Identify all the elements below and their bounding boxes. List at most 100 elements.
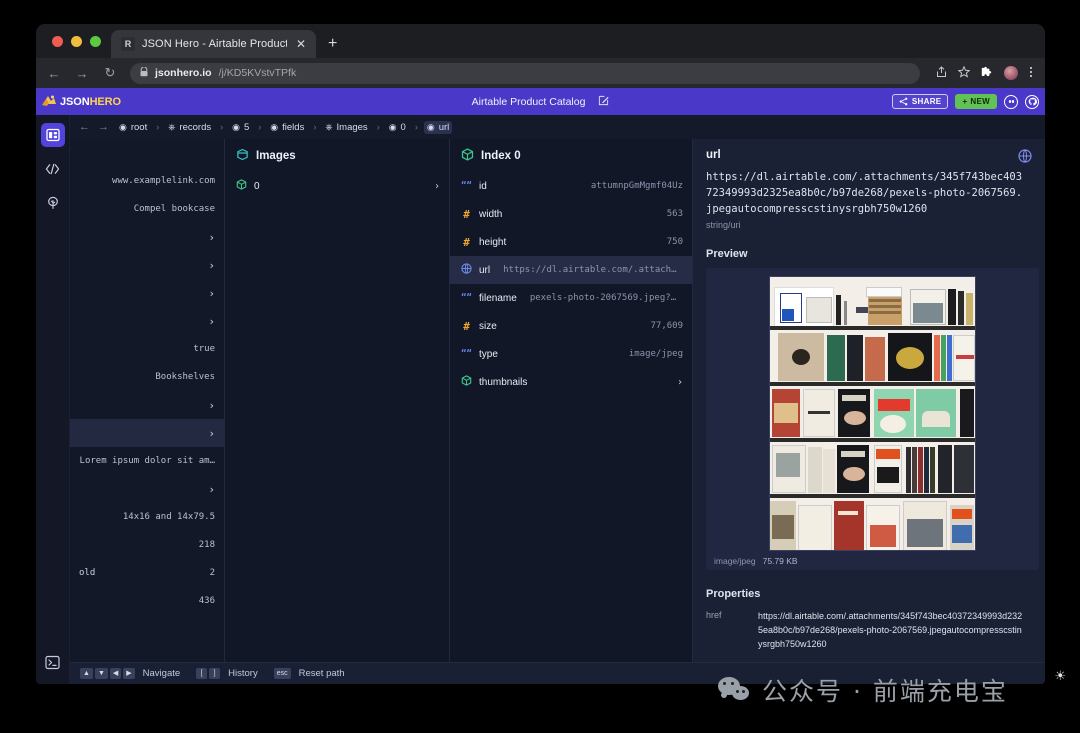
code-view-icon[interactable] xyxy=(41,157,65,181)
detail-panel: url https://dl.airtable.com/.attachments… xyxy=(693,139,1045,662)
list-item-selected[interactable]: › xyxy=(70,419,224,447)
images-column[interactable]: Images 0 › xyxy=(225,139,450,662)
table-row[interactable]: # height 750 xyxy=(450,228,692,256)
window-traffic-lights[interactable] xyxy=(48,24,111,58)
new-tab-button[interactable]: + xyxy=(316,30,349,58)
string-icon: ““ xyxy=(461,294,472,303)
tree-view-icon[interactable] xyxy=(41,191,65,215)
share-button-label: SHARE xyxy=(912,97,942,106)
list-item[interactable]: › xyxy=(70,307,224,335)
back-icon[interactable]: ← xyxy=(46,66,62,81)
table-row[interactable]: thumbnails › xyxy=(450,368,692,396)
view-mode-rail xyxy=(36,115,70,684)
maximize-window-button[interactable] xyxy=(90,36,101,47)
breadcrumb-item-records[interactable]: ⎈ records xyxy=(165,121,214,134)
row-value: image/jpeg xyxy=(629,349,683,359)
list-item[interactable]: 0 › xyxy=(225,172,449,200)
list-item[interactable]: old2 xyxy=(70,559,224,587)
chevron-right-icon: › xyxy=(677,377,683,388)
app-header-actions: SHARE + NEW xyxy=(892,94,1039,109)
parent-column[interactable]: www.examplelink.com Compel bookcase › › … xyxy=(70,139,225,662)
app-logo[interactable]: JSONHERO xyxy=(41,94,121,110)
list-item[interactable]: 436 xyxy=(70,587,224,615)
list-item[interactable]: › xyxy=(70,391,224,419)
property-value[interactable]: https://dl.airtable.com/.attachments/345… xyxy=(758,609,1026,651)
list-item[interactable]: true xyxy=(70,335,224,363)
wechat-watermark: 公众号 · 前端充电宝 xyxy=(718,672,1008,708)
share-button[interactable]: SHARE xyxy=(892,94,949,109)
list-item[interactable]: › xyxy=(70,279,224,307)
breadcrumb-back-icon[interactable]: ← xyxy=(78,121,91,133)
list-item[interactable]: www.examplelink.com xyxy=(70,167,224,195)
property-row: href https://dl.airtable.com/.attachment… xyxy=(706,609,1032,651)
breadcrumb-item-fields[interactable]: ◉ fields xyxy=(267,121,307,134)
github-icon[interactable] xyxy=(1025,95,1039,109)
chevron-right-icon: › xyxy=(208,315,215,328)
list-item[interactable]: 14x16 and 14x79.5 xyxy=(70,503,224,531)
bracket-right-key: ] xyxy=(209,668,220,679)
breadcrumb-separator: › xyxy=(377,122,380,132)
list-item[interactable]: › xyxy=(70,223,224,251)
bookmark-star-icon[interactable] xyxy=(958,66,970,81)
list-item[interactable]: 218 xyxy=(70,531,224,559)
row-value: Compel bookcase xyxy=(134,204,215,214)
browser-tab[interactable]: R JSON Hero - Airtable Product C ✕ xyxy=(111,30,316,58)
extensions-icon[interactable] xyxy=(981,66,993,81)
table-row[interactable]: # width 563 xyxy=(450,200,692,228)
discord-icon[interactable] xyxy=(1004,95,1018,109)
table-row[interactable]: ““ id attumnpGmMgmf04Uz xyxy=(450,172,692,200)
new-button[interactable]: + NEW xyxy=(955,94,997,109)
forward-icon[interactable]: → xyxy=(74,66,90,81)
json-columns: www.examplelink.com Compel bookcase › › … xyxy=(70,139,1045,662)
breadcrumb-item-5[interactable]: ◉ 5 xyxy=(229,121,252,134)
list-item[interactable]: Lorem ipsum dolor sit am… xyxy=(70,447,224,475)
row-value: https://dl.airtable.com/.attach… xyxy=(503,265,676,275)
wechat-icon xyxy=(718,677,752,703)
share-icon[interactable] xyxy=(936,66,947,81)
chevron-right-icon: › xyxy=(208,483,215,496)
address-bar[interactable]: jsonhero.io/j/KD5KVstvTPfk xyxy=(130,63,920,84)
breadcrumb-item-url[interactable]: ◉ url xyxy=(424,121,452,134)
bookshelf-photo xyxy=(769,276,976,551)
breadcrumb-separator: › xyxy=(313,122,316,132)
breadcrumb-item-root[interactable]: ◉ root xyxy=(116,121,150,134)
columns-view-icon[interactable] xyxy=(41,123,65,147)
preview-size: 75.79 KB xyxy=(763,556,798,566)
breadcrumb-label: url xyxy=(439,122,450,133)
list-item[interactable]: Bookshelves xyxy=(70,363,224,391)
kebab-menu-icon[interactable] xyxy=(1029,65,1033,82)
object-icon xyxy=(461,148,474,163)
table-row[interactable]: ““ type image/jpeg xyxy=(450,340,692,368)
row-key: filename xyxy=(479,293,517,304)
close-window-button[interactable] xyxy=(52,36,63,47)
bracket-left-key: [ xyxy=(196,668,207,679)
array-icon xyxy=(236,148,249,163)
profile-avatar[interactable] xyxy=(1004,66,1018,80)
jsonhero-logo-icon xyxy=(41,94,57,110)
row-value: 14x16 and 14x79.5 xyxy=(123,512,215,522)
index-column[interactable]: Index 0 ““ id attumnpGmMgmf04Uz # width … xyxy=(450,139,693,662)
list-item[interactable]: › xyxy=(70,475,224,503)
detail-title: url xyxy=(706,149,721,161)
history-label: History xyxy=(228,668,258,679)
edit-icon[interactable] xyxy=(598,97,609,108)
breadcrumb-item-0[interactable]: ◉ 0 xyxy=(386,121,409,134)
list-item[interactable]: › xyxy=(70,251,224,279)
row-key: type xyxy=(479,349,498,360)
arrow-right-key: ▶ xyxy=(123,668,134,679)
table-row[interactable]: # size 77,609 xyxy=(450,312,692,340)
browser-window: R JSON Hero - Airtable Product C ✕ + ← →… xyxy=(36,24,1045,684)
object-icon: ◉ xyxy=(232,123,240,132)
row-value: 750 xyxy=(667,237,683,247)
breadcrumb-item-images[interactable]: ⎈ Images xyxy=(322,121,370,134)
minimize-window-button[interactable] xyxy=(71,36,82,47)
table-row[interactable]: ““ filename pexels-photo-2067569.jpeg?… xyxy=(450,284,692,312)
row-value: true xyxy=(193,344,215,354)
list-item[interactable]: Compel bookcase xyxy=(70,195,224,223)
console-icon[interactable] xyxy=(41,650,65,674)
breadcrumb-forward-icon[interactable]: → xyxy=(97,121,110,133)
number-icon: # xyxy=(461,237,472,248)
reload-icon[interactable]: ↻ xyxy=(102,65,118,81)
table-row-selected[interactable]: url https://dl.airtable.com/.attach… xyxy=(450,256,692,284)
close-icon[interactable]: ✕ xyxy=(294,38,308,50)
